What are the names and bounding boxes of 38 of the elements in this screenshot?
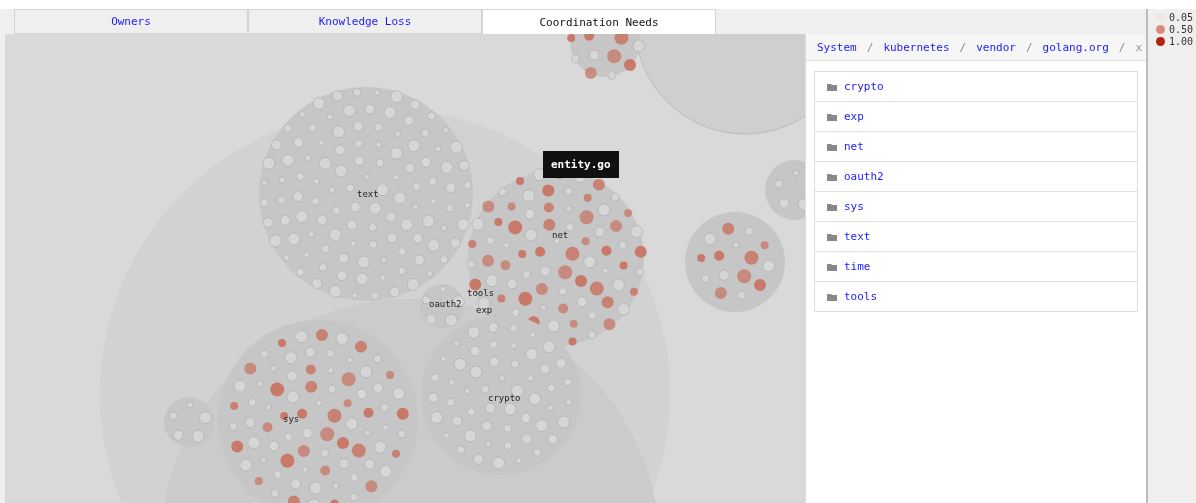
cluster-label: text (357, 189, 379, 199)
cluster-label: oauth2 (429, 299, 462, 309)
folder-icon (827, 112, 837, 121)
folder-icon (827, 142, 837, 151)
separator: / (866, 40, 874, 54)
breadcrumb-link[interactable]: kubernetes (883, 40, 950, 54)
folder-name: time (844, 260, 871, 273)
cluster-label: tools (467, 288, 495, 298)
cluster-label: net (552, 230, 569, 240)
folder-name: tools (844, 290, 878, 303)
cluster-label: crypto (488, 393, 521, 403)
legend-label: 0.05 (1169, 12, 1194, 23)
folder-name: crypto (844, 80, 884, 93)
tab[interactable]: Owners (14, 9, 248, 34)
folder-name: text (844, 230, 871, 243)
folder-icon (827, 82, 837, 91)
separator: / (1026, 40, 1033, 54)
folder-icon (827, 172, 837, 181)
separator: / (1118, 40, 1126, 54)
tab[interactable]: Coordination Needs (482, 9, 716, 34)
breadcrumb-link[interactable]: System (817, 40, 857, 54)
folder-name: net (844, 140, 864, 153)
tab[interactable]: Knowledge Loss (248, 9, 482, 34)
breadcrumb-link[interactable]: golang.org (1042, 40, 1109, 54)
tooltip: entity.go (543, 151, 619, 178)
folder-icon (827, 292, 837, 301)
separator: / (959, 40, 967, 54)
folder-name: oauth2 (844, 170, 884, 183)
legend-label: 0.50 (1169, 24, 1194, 35)
folder-icon (827, 262, 837, 271)
folder-name: sys (844, 200, 864, 213)
legend-label: 1.00 (1169, 36, 1194, 47)
breadcrumb-link[interactable]: vendor (976, 40, 1016, 54)
folder-icon (827, 202, 837, 211)
cluster-label: sys (283, 414, 300, 424)
folder-name: exp (844, 110, 864, 123)
folder-icon (827, 232, 837, 241)
cluster-label: exp (476, 305, 493, 315)
